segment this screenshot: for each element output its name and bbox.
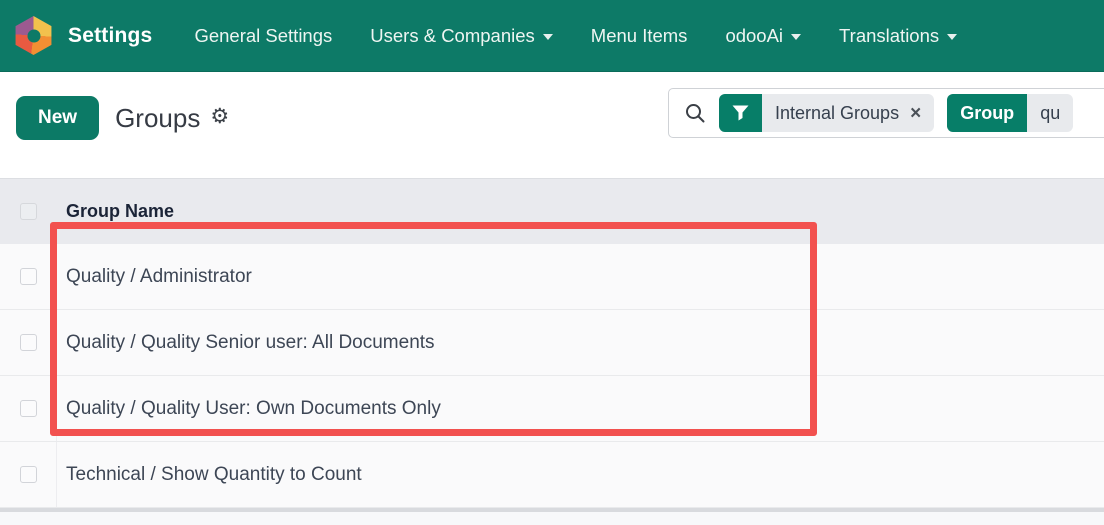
facet-group-value-wrap: qu xyxy=(1027,94,1073,132)
nav-item-label: odooAi xyxy=(725,25,783,47)
list-top-gap xyxy=(0,164,1104,178)
row-checkbox[interactable] xyxy=(20,400,37,417)
gear-icon[interactable]: ⚙ xyxy=(210,104,229,129)
nav-item-general-settings[interactable]: General Settings xyxy=(194,25,332,47)
nav-item-label: Translations xyxy=(839,25,939,47)
filter-icon xyxy=(719,94,762,132)
header-checkbox-cell xyxy=(0,203,57,220)
table-row[interactable]: Technical / Show Quantity to Count xyxy=(0,442,1104,508)
table-row[interactable]: Quality / Quality User: Own Documents On… xyxy=(0,376,1104,442)
row-checkbox[interactable] xyxy=(20,268,37,285)
nav-item-menu-items[interactable]: Menu Items xyxy=(591,25,688,47)
facet-group-value: qu xyxy=(1040,103,1060,124)
chevron-down-icon xyxy=(791,34,801,40)
nav-item-users-companies[interactable]: Users & Companies xyxy=(370,25,553,47)
table-row[interactable]: Quality / Administrator xyxy=(0,244,1104,310)
chevron-down-icon xyxy=(543,34,553,40)
page-footer xyxy=(0,512,1104,525)
app-name[interactable]: Settings xyxy=(68,24,152,48)
nav-menu: General Settings Users & Companies Menu … xyxy=(194,25,957,47)
group-name-cell[interactable]: Quality / Administrator xyxy=(57,266,252,288)
facet-value: Internal Groups xyxy=(775,103,899,124)
row-checkbox[interactable] xyxy=(20,466,37,483)
odoo-logo-icon[interactable] xyxy=(14,16,53,55)
chevron-down-icon xyxy=(947,34,957,40)
row-checkbox-cell xyxy=(0,442,57,507)
search-facet-group[interactable]: Group qu xyxy=(947,94,1073,132)
column-header-group-name[interactable]: Group Name xyxy=(57,201,174,222)
row-checkbox-cell xyxy=(0,244,57,309)
row-checkbox-cell xyxy=(0,310,57,375)
list-view: Group Name Quality / Administrator Quali… xyxy=(0,164,1104,525)
search-icon[interactable] xyxy=(684,102,706,124)
logo-center-hole xyxy=(27,29,40,42)
facet-value-wrap: Internal Groups × xyxy=(762,94,934,132)
nav-item-label: Users & Companies xyxy=(370,25,535,47)
search-bar[interactable]: Internal Groups × Group qu xyxy=(668,88,1104,138)
nav-item-odooai[interactable]: odooAi xyxy=(725,25,801,47)
group-name-cell[interactable]: Technical / Show Quantity to Count xyxy=(57,464,362,486)
control-panel: New Groups ⚙ Internal Groups × Group qu xyxy=(0,72,1104,164)
page-title: Groups xyxy=(115,103,200,134)
nav-item-translations[interactable]: Translations xyxy=(839,25,957,47)
nav-item-label: Menu Items xyxy=(591,25,688,47)
row-checkbox[interactable] xyxy=(20,334,37,351)
select-all-checkbox[interactable] xyxy=(20,203,37,220)
search-facet-filter[interactable]: Internal Groups × xyxy=(719,94,934,132)
facet-group-label: Group xyxy=(947,94,1027,132)
new-button[interactable]: New xyxy=(16,96,99,140)
nav-item-label: General Settings xyxy=(194,25,332,47)
group-name-cell[interactable]: Quality / Quality Senior user: All Docum… xyxy=(57,332,435,354)
list-header-row: Group Name xyxy=(0,178,1104,244)
table-row[interactable]: Quality / Quality Senior user: All Docum… xyxy=(0,310,1104,376)
top-navbar: Settings General Settings Users & Compan… xyxy=(0,0,1104,72)
facet-remove-icon[interactable]: × xyxy=(910,104,921,123)
group-name-cell[interactable]: Quality / Quality User: Own Documents On… xyxy=(57,398,441,420)
row-checkbox-cell xyxy=(0,376,57,441)
